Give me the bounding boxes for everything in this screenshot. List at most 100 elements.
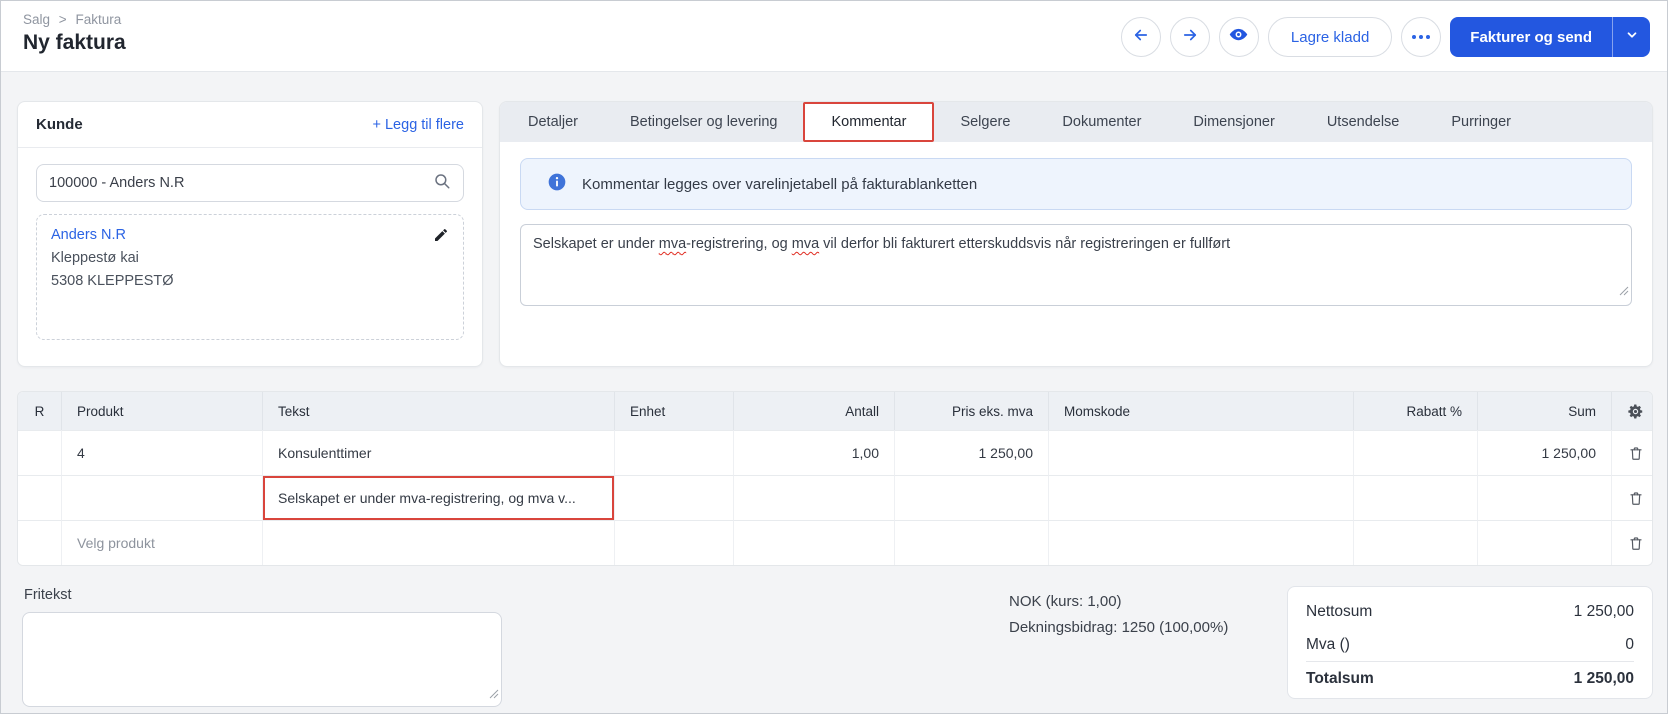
trash-icon bbox=[1628, 535, 1644, 552]
row3-enhet-cell[interactable] bbox=[615, 520, 734, 565]
row2-delete-button[interactable] bbox=[1612, 475, 1653, 520]
row1-momskode-cell[interactable] bbox=[1049, 430, 1354, 475]
save-draft-button[interactable]: Lagre kladd bbox=[1268, 17, 1392, 57]
customer-panel: Kunde + Legg til flere Anders N.R Kleppe… bbox=[17, 101, 483, 367]
col-header-enhet: Enhet bbox=[615, 392, 734, 430]
row1-antall-cell[interactable]: 1,00 bbox=[734, 430, 895, 475]
ellipsis-icon bbox=[1412, 35, 1430, 39]
net-sum-value: 1 250,00 bbox=[1574, 603, 1634, 621]
total-sum-value: 1 250,00 bbox=[1574, 670, 1634, 688]
invoice-and-send-dropdown[interactable] bbox=[1612, 17, 1650, 57]
invoice-editor-page: Salg > Faktura Ny faktura Lag bbox=[0, 0, 1668, 714]
back-button[interactable] bbox=[1121, 17, 1161, 57]
invoice-and-send-label: Fakturer og send bbox=[1450, 17, 1612, 57]
tab-betingelser-og-levering[interactable]: Betingelser og levering bbox=[604, 102, 804, 142]
row3-produkt-select[interactable]: Velg produkt bbox=[62, 520, 263, 565]
edit-customer-button[interactable] bbox=[433, 227, 449, 248]
breadcrumb-sales[interactable]: Salg bbox=[23, 12, 50, 27]
row3-pris-cell[interactable] bbox=[895, 520, 1049, 565]
row3-r-cell[interactable] bbox=[18, 520, 62, 565]
comment-text: vil derfor bli fakturert etterskuddsvis … bbox=[819, 236, 1230, 252]
arrow-right-icon bbox=[1181, 26, 1199, 49]
breadcrumb: Salg > Faktura bbox=[23, 12, 126, 27]
col-header-sum: Sum bbox=[1478, 392, 1612, 430]
row3-delete-button[interactable] bbox=[1612, 520, 1653, 565]
row1-pris-cell[interactable]: 1 250,00 bbox=[895, 430, 1049, 475]
customer-name-link[interactable]: Anders N.R bbox=[51, 227, 449, 243]
col-header-pris: Pris eks. mva bbox=[895, 392, 1049, 430]
tab-dokumenter[interactable]: Dokumenter bbox=[1036, 102, 1167, 142]
tab-dimensjoner[interactable]: Dimensjoner bbox=[1167, 102, 1300, 142]
resize-handle-icon[interactable] bbox=[1619, 282, 1629, 303]
resize-handle-icon[interactable] bbox=[489, 686, 499, 704]
breadcrumb-invoice[interactable]: Faktura bbox=[75, 12, 121, 27]
row1-r-cell[interactable] bbox=[18, 430, 62, 475]
save-draft-label: Lagre kladd bbox=[1291, 29, 1369, 46]
info-icon bbox=[547, 172, 567, 197]
row3-sum-cell[interactable] bbox=[1478, 520, 1612, 565]
comment-info-banner: Kommentar legges over varelinjetabell på… bbox=[520, 158, 1632, 210]
net-sum-label: Nettosum bbox=[1306, 603, 1372, 621]
row3-antall-cell[interactable] bbox=[734, 520, 895, 565]
fritekst-label: Fritekst bbox=[24, 587, 72, 603]
arrow-left-icon bbox=[1132, 26, 1150, 49]
comment-text-misspelled: mva bbox=[659, 236, 686, 252]
info-banner-text: Kommentar legges over varelinjetabell på… bbox=[582, 176, 977, 193]
comment-text-misspelled: mva bbox=[792, 236, 819, 252]
tab-kommentar[interactable]: Kommentar bbox=[803, 102, 934, 142]
more-options-button[interactable] bbox=[1401, 17, 1441, 57]
row2-pris-cell[interactable] bbox=[895, 475, 1049, 520]
customer-search-input[interactable] bbox=[49, 175, 425, 191]
row2-rabatt-cell[interactable] bbox=[1354, 475, 1478, 520]
customer-search-field[interactable] bbox=[36, 164, 464, 202]
row2-tekst-cell-annotated[interactable]: Selskapet er under mva-registrering, og … bbox=[263, 475, 615, 520]
row1-rabatt-cell[interactable] bbox=[1354, 430, 1478, 475]
row1-delete-button[interactable] bbox=[1612, 430, 1653, 475]
col-header-r: R bbox=[18, 392, 62, 430]
row3-momskode-cell[interactable] bbox=[1049, 520, 1354, 565]
row1-sum-cell[interactable]: 1 250,00 bbox=[1478, 430, 1612, 475]
row2-r-cell[interactable] bbox=[18, 475, 62, 520]
trash-icon bbox=[1628, 490, 1644, 507]
search-icon bbox=[433, 172, 451, 195]
row2-produkt-cell[interactable] bbox=[62, 475, 263, 520]
add-more-customers-link[interactable]: + Legg til flere bbox=[373, 117, 465, 133]
total-sum-label: Totalsum bbox=[1306, 670, 1374, 688]
trash-icon bbox=[1628, 445, 1644, 462]
total-sum-row: Totalsum 1 250,00 bbox=[1306, 662, 1634, 695]
row1-tekst-cell[interactable]: Konsulenttimer bbox=[263, 430, 615, 475]
tab-purringer[interactable]: Purringer bbox=[1425, 102, 1537, 142]
row3-tekst-cell[interactable] bbox=[263, 520, 615, 565]
tab-selgere[interactable]: Selgere bbox=[934, 102, 1036, 142]
pencil-icon bbox=[433, 227, 449, 243]
header-actions: Lagre kladd Fakturer og send bbox=[1121, 17, 1650, 57]
table-settings-button[interactable] bbox=[1612, 392, 1653, 430]
vat-row: Mva () 0 bbox=[1306, 628, 1634, 661]
forward-button[interactable] bbox=[1170, 17, 1210, 57]
row3-rabatt-cell[interactable] bbox=[1354, 520, 1478, 565]
row2-sum-cell[interactable] bbox=[1478, 475, 1612, 520]
comment-textarea[interactable]: Selskapet er under mva-registrering, og … bbox=[520, 224, 1632, 306]
row2-antall-cell[interactable] bbox=[734, 475, 895, 520]
comment-text: -registrering, og bbox=[686, 236, 792, 252]
net-sum-row: Nettosum 1 250,00 bbox=[1306, 595, 1634, 628]
row1-produkt-cell[interactable]: 4 bbox=[62, 430, 263, 475]
tab-utsendelse[interactable]: Utsendelse bbox=[1301, 102, 1426, 142]
col-header-antall: Antall bbox=[734, 392, 895, 430]
row2-momskode-cell[interactable] bbox=[1049, 475, 1354, 520]
customer-panel-title: Kunde bbox=[36, 116, 83, 133]
comment-text: Selskapet er under bbox=[533, 236, 659, 252]
tab-detaljer[interactable]: Detaljer bbox=[502, 102, 604, 142]
totals-panel: Nettosum 1 250,00 Mva () 0 Totalsum 1 25… bbox=[1287, 586, 1653, 699]
margin-line: Dekningsbidrag: 1250 (100,00%) bbox=[1009, 615, 1228, 641]
row1-enhet-cell[interactable] bbox=[615, 430, 734, 475]
chevron-down-icon bbox=[1625, 28, 1639, 47]
eye-icon bbox=[1228, 24, 1249, 50]
preview-button[interactable] bbox=[1219, 17, 1259, 57]
invoice-details-panel: Detaljer Betingelser og levering Komment… bbox=[499, 101, 1653, 367]
row2-enhet-cell[interactable] bbox=[615, 475, 734, 520]
customer-address-line1: Kleppestø kai bbox=[51, 250, 449, 266]
customer-info-card: Anders N.R Kleppestø kai 5308 KLEPPESTØ bbox=[36, 214, 464, 340]
fritekst-textarea[interactable] bbox=[22, 612, 502, 707]
invoice-and-send-button[interactable]: Fakturer og send bbox=[1450, 17, 1650, 57]
